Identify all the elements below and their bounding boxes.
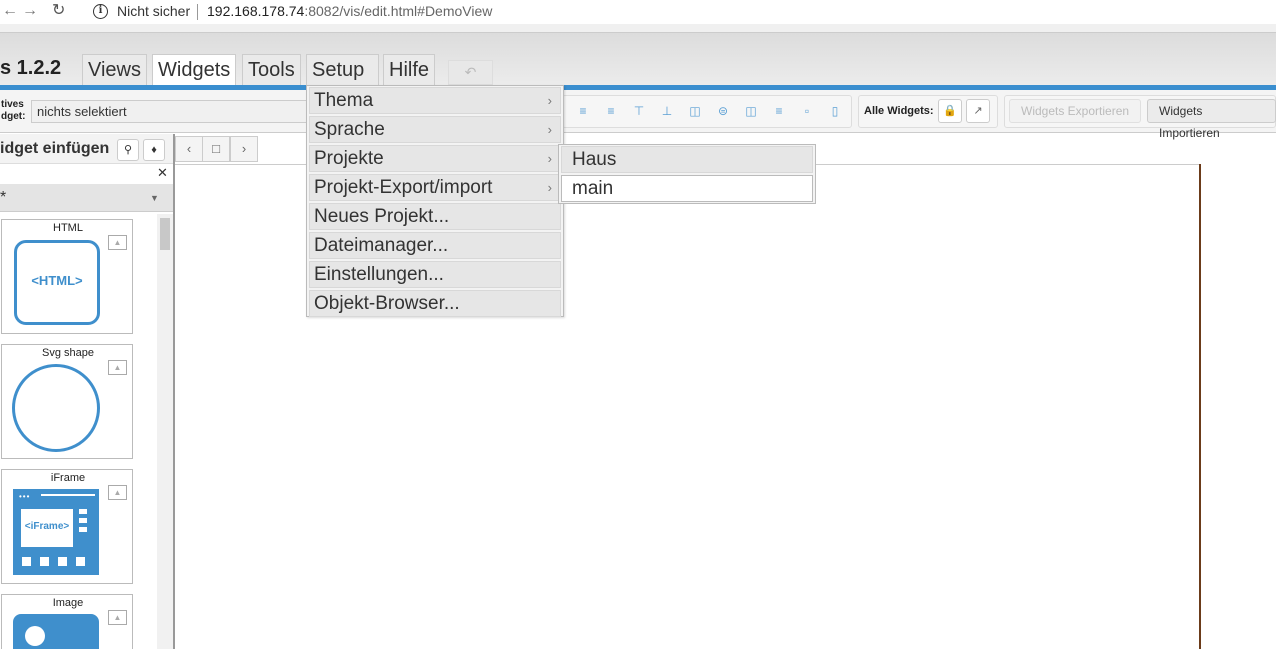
menu-item-thema[interactable]: Thema › bbox=[309, 87, 561, 114]
widget-tile-label: Image bbox=[52, 597, 84, 609]
align-left-icon[interactable]: ≡ bbox=[576, 104, 590, 118]
submenu-item-haus[interactable]: Haus bbox=[561, 146, 813, 173]
browser-divider bbox=[0, 24, 1276, 32]
widget-tile-label: Svg shape bbox=[42, 347, 94, 359]
previous-view-button[interactable]: ‹ bbox=[175, 136, 203, 162]
image-icon: ▲ bbox=[108, 235, 127, 250]
image-icon: ▲ bbox=[108, 485, 127, 500]
menu-item-label: Thema bbox=[314, 90, 374, 111]
widget-tile-image[interactable]: Image ▲ bbox=[1, 594, 133, 649]
insert-widget-title: idget einfügen bbox=[0, 140, 110, 157]
info-icon[interactable]: i bbox=[93, 4, 108, 19]
same-height-icon[interactable]: ▯ bbox=[828, 104, 842, 118]
distribute-horizontal-icon[interactable]: ◫ bbox=[744, 104, 758, 118]
widget-set-filter[interactable] bbox=[0, 184, 173, 212]
setup-menu: Thema › Sprache › Projekte › Projekt-Export… bbox=[306, 85, 564, 317]
reload-icon[interactable]: ↻ bbox=[52, 2, 65, 20]
active-widget-label-line2: dget: bbox=[1, 111, 26, 122]
address-separator bbox=[197, 4, 198, 20]
menu-item-dateimanager[interactable]: Dateimanager... bbox=[309, 232, 561, 259]
menu-item-label: Einstellungen... bbox=[314, 264, 444, 285]
widget-tile-svg-shape[interactable]: Svg shape ▲ bbox=[1, 344, 133, 459]
image-icon: ▲ bbox=[108, 610, 127, 625]
same-width-icon[interactable]: ▫ bbox=[800, 104, 814, 118]
tab-hilfe[interactable]: Hilfe bbox=[383, 54, 436, 85]
tag-icon[interactable]: ♦ bbox=[143, 139, 165, 161]
menu-item-sprache[interactable]: Sprache › bbox=[309, 116, 561, 143]
scrollbar-thumb[interactable] bbox=[160, 218, 170, 250]
menu-item-label: Projekt-Export/import bbox=[314, 177, 493, 198]
browser-address-bar: ← → ↻ i Nicht sicher 192.168.178.74:8082… bbox=[0, 0, 1276, 24]
chevron-down-icon[interactable]: ▼ bbox=[150, 193, 159, 203]
view-boundary bbox=[1199, 164, 1201, 649]
url-host: 192.168.178.74 bbox=[207, 3, 305, 19]
delete-view-button[interactable]: □ bbox=[202, 136, 230, 162]
html-icon: <HTML> bbox=[14, 240, 100, 325]
chevron-right-icon: › bbox=[547, 151, 552, 166]
chevron-right-icon: › bbox=[547, 180, 552, 195]
active-widget-label: tives dget: bbox=[1, 99, 25, 123]
back-arrow-icon[interactable]: ← bbox=[2, 2, 18, 20]
align-top-icon[interactable]: ⊤ bbox=[632, 104, 646, 118]
menu-item-label: Dateimanager... bbox=[314, 235, 449, 256]
forward-arrow-icon[interactable]: → bbox=[22, 2, 38, 20]
tab-tools[interactable]: Tools bbox=[242, 54, 301, 85]
next-view-button[interactable]: › bbox=[230, 136, 258, 162]
chevron-right-icon: › bbox=[547, 122, 552, 137]
url-text[interactable]: 192.168.178.74:8082/vis/edit.html#DemoVi… bbox=[207, 3, 492, 19]
align-right-icon[interactable]: ≡ bbox=[604, 104, 618, 118]
widget-set-filter-value: * bbox=[0, 189, 7, 206]
app-title: s 1.2.2 bbox=[0, 57, 62, 79]
tab-widgets[interactable]: Widgets bbox=[152, 54, 237, 85]
iframe-icon: ••• <iFrame> bbox=[13, 489, 99, 575]
menu-item-projekt-export-import[interactable]: Projekt-Export/import › bbox=[309, 174, 561, 201]
submenu-item-main[interactable]: main bbox=[561, 175, 813, 202]
menu-item-label: Projekte bbox=[314, 148, 384, 169]
export-widgets-button[interactable]: Widgets Exportieren bbox=[1009, 99, 1142, 123]
menu-item-projekte[interactable]: Projekte › bbox=[309, 145, 561, 172]
url-path: :8082/vis/edit.html#DemoView bbox=[304, 3, 493, 19]
align-center-horizontal-icon[interactable]: ⊜ bbox=[716, 104, 730, 118]
menu-item-label: Objekt-Browser... bbox=[314, 293, 460, 314]
import-widgets-button[interactable]: Widgets Importieren bbox=[1147, 99, 1276, 140]
undo-icon[interactable]: ↶ bbox=[448, 60, 493, 85]
widget-tile-html[interactable]: HTML ▲ <HTML> bbox=[1, 219, 133, 334]
circle-icon bbox=[12, 364, 100, 452]
security-label[interactable]: Nicht sicher bbox=[117, 3, 190, 19]
chevron-right-icon: › bbox=[547, 93, 552, 108]
menu-item-neues-projekt[interactable]: Neues Projekt... bbox=[309, 203, 561, 230]
menu-item-einstellungen[interactable]: Einstellungen... bbox=[309, 261, 561, 288]
search-icon[interactable]: ⚲ bbox=[117, 139, 139, 161]
widget-list-scrollbar[interactable] bbox=[157, 214, 173, 649]
menu-item-label: Sprache bbox=[314, 119, 385, 140]
distribute-vertical-icon[interactable]: ≡ bbox=[772, 104, 786, 118]
active-widget-select[interactable]: nichts selektiert bbox=[31, 100, 311, 123]
active-widget-label-line1: tives bbox=[1, 99, 24, 110]
projects-submenu: Haus main bbox=[558, 144, 816, 204]
html-icon-text: <HTML> bbox=[31, 273, 83, 288]
widget-tile-iframe[interactable]: iFrame ▲ ••• <iFrame> bbox=[1, 469, 133, 584]
widget-tile-label: iFrame bbox=[50, 472, 86, 484]
image-widget-icon bbox=[13, 614, 99, 649]
lock-icon[interactable]: 🔒 bbox=[938, 99, 962, 123]
align-bottom-icon[interactable]: ⊥ bbox=[660, 104, 674, 118]
widget-tile-label: HTML bbox=[53, 222, 83, 234]
tab-views[interactable]: Views bbox=[82, 54, 147, 85]
close-icon[interactable]: ✕ bbox=[157, 165, 168, 181]
image-icon: ▲ bbox=[108, 360, 127, 375]
all-widgets-label: Alle Widgets: bbox=[864, 105, 934, 117]
menu-item-objekt-browser[interactable]: Objekt-Browser... bbox=[309, 290, 561, 317]
iframe-icon-text: <iFrame> bbox=[24, 521, 70, 532]
tab-setup[interactable]: Setup bbox=[306, 54, 379, 85]
external-link-icon[interactable]: ↗ bbox=[966, 99, 990, 123]
menu-item-label: Neues Projekt... bbox=[314, 206, 450, 227]
align-center-vertical-icon[interactable]: ◫ bbox=[688, 104, 702, 118]
